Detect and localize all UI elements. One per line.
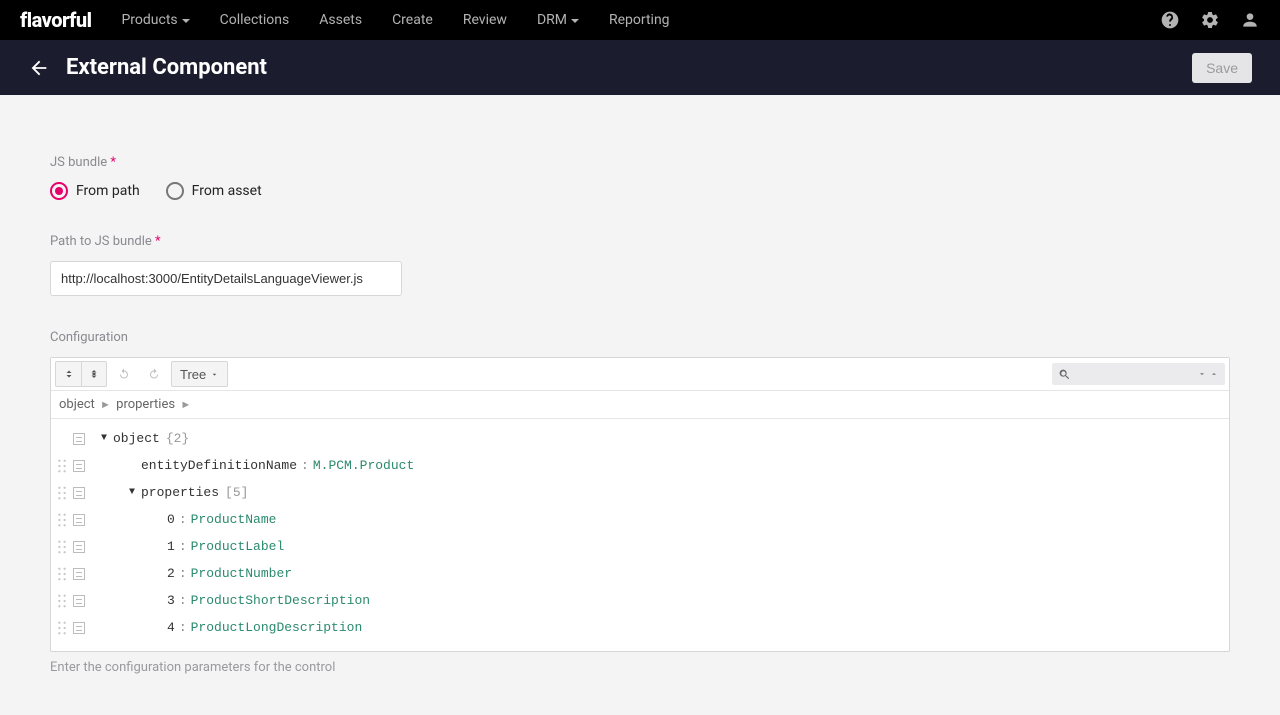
nav-item-collections[interactable]: Collections <box>220 12 290 28</box>
node-menu-icon[interactable] <box>73 595 85 607</box>
nav-item-label: Create <box>392 12 433 28</box>
tree-row-entity-definition[interactable]: entityDefinitionName : M.PCM.Product <box>51 452 1229 479</box>
json-search-input[interactable] <box>1077 367 1187 381</box>
user-icon[interactable] <box>1240 10 1260 30</box>
top-nav: flavorful Products Collections Assets Cr… <box>0 0 1280 40</box>
page-title: External Component <box>66 55 267 80</box>
radio-from-asset[interactable]: From asset <box>166 182 262 200</box>
radio-label: From asset <box>192 183 262 199</box>
expand-all-button[interactable] <box>55 361 81 387</box>
radio-from-path[interactable]: From path <box>50 182 140 200</box>
search-prev-icon[interactable] <box>1209 369 1219 379</box>
radio-selected-icon <box>50 182 68 200</box>
json-tree: ▼ object {2} entityDefinitionName : M.PC… <box>51 419 1229 651</box>
js-bundle-radio-group: From path From asset <box>50 182 1230 200</box>
mode-selector[interactable]: Tree <box>171 361 228 387</box>
redo-button[interactable] <box>141 361 167 387</box>
nav-item-label: Assets <box>319 12 362 28</box>
nav-item-assets[interactable]: Assets <box>319 12 362 28</box>
nav-item-create[interactable]: Create <box>392 12 433 28</box>
node-menu-icon[interactable] <box>73 541 85 553</box>
drag-handle-icon[interactable] <box>57 567 67 581</box>
brand-logo: flavorful <box>20 8 91 32</box>
collapse-toggle-icon[interactable]: ▼ <box>123 482 141 504</box>
subheader: External Component Save <box>0 40 1280 95</box>
configuration-label: Configuration <box>50 330 1230 345</box>
nav-item-review[interactable]: Review <box>463 12 507 28</box>
nav-menu: Products Collections Assets Create Revie… <box>121 12 1160 28</box>
drag-handle-icon[interactable] <box>57 513 67 527</box>
search-next-icon[interactable] <box>1197 369 1207 379</box>
tree-row-property-item[interactable]: 2 : ProductNumber <box>51 560 1229 587</box>
caret-down-icon <box>571 19 579 23</box>
save-button[interactable]: Save <box>1192 53 1252 83</box>
breadcrumb-segment[interactable]: object <box>59 397 95 412</box>
json-editor: Tree object ► properties ► <box>50 357 1230 652</box>
nav-item-reporting[interactable]: Reporting <box>609 12 670 28</box>
back-arrow-icon[interactable] <box>28 57 50 79</box>
breadcrumb-separator-icon: ► <box>100 398 111 411</box>
nav-item-label: Products <box>121 12 177 28</box>
nav-item-label: Collections <box>220 12 290 28</box>
json-search[interactable] <box>1052 363 1225 385</box>
json-toolbar: Tree <box>51 358 1229 391</box>
path-input[interactable] <box>50 261 402 296</box>
nav-item-label: Reporting <box>609 12 670 28</box>
node-menu-icon[interactable] <box>73 487 85 499</box>
drag-handle-icon[interactable] <box>57 621 67 635</box>
help-icon[interactable] <box>1160 10 1180 30</box>
tree-row-property-item[interactable]: 1 : ProductLabel <box>51 533 1229 560</box>
drag-handle-icon[interactable] <box>57 486 67 500</box>
drag-handle-icon[interactable] <box>57 594 67 608</box>
nav-item-drm[interactable]: DRM <box>537 12 579 28</box>
radio-unselected-icon <box>166 182 184 200</box>
collapse-all-button[interactable] <box>81 361 107 387</box>
gear-icon[interactable] <box>1200 10 1220 30</box>
nav-item-label: DRM <box>537 12 567 28</box>
node-menu-icon[interactable] <box>73 460 85 472</box>
breadcrumb-segment[interactable]: properties <box>116 397 175 412</box>
nav-item-label: Review <box>463 12 507 28</box>
node-menu-icon[interactable] <box>73 622 85 634</box>
drag-handle-icon[interactable] <box>57 540 67 554</box>
tree-row-property-item[interactable]: 4 : ProductLongDescription <box>51 614 1229 641</box>
breadcrumb-separator-icon: ► <box>180 398 191 411</box>
tree-row-root[interactable]: ▼ object {2} <box>51 425 1229 452</box>
configuration-helper: Enter the configuration parameters for t… <box>50 660 1230 675</box>
nav-icons <box>1160 10 1260 30</box>
nav-item-products[interactable]: Products <box>121 12 189 28</box>
tree-row-property-item[interactable]: 0 : ProductName <box>51 506 1229 533</box>
path-label: Path to JS bundle * <box>50 234 1230 249</box>
caret-down-icon <box>182 19 190 23</box>
drag-handle-icon[interactable] <box>57 459 67 473</box>
search-icon <box>1058 368 1071 381</box>
form-area: JS bundle * From path From asset Path to… <box>50 95 1230 715</box>
node-menu-icon[interactable] <box>73 514 85 526</box>
js-bundle-label: JS bundle * <box>50 155 1230 170</box>
node-menu-icon[interactable] <box>73 568 85 580</box>
mode-label: Tree <box>180 367 206 382</box>
json-breadcrumb: object ► properties ► <box>51 391 1229 419</box>
tree-row-properties[interactable]: ▼ properties [5] <box>51 479 1229 506</box>
node-menu-icon[interactable] <box>73 433 85 445</box>
undo-button[interactable] <box>111 361 137 387</box>
tree-row-property-item[interactable]: 3 : ProductShortDescription <box>51 587 1229 614</box>
collapse-toggle-icon[interactable]: ▼ <box>95 428 113 450</box>
radio-label: From path <box>76 183 140 199</box>
